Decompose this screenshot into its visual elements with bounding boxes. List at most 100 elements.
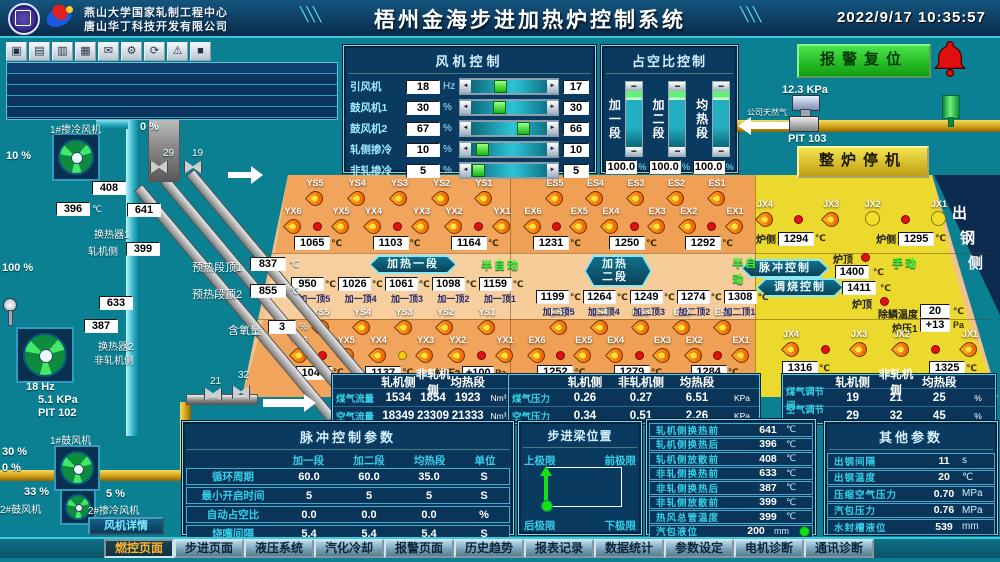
- page-title: 梧州金海步进加热炉控制系统: [330, 4, 730, 34]
- nav-tab-5[interactable]: 报警页面: [384, 539, 454, 558]
- other-param-label: 出钢温度: [830, 470, 926, 484]
- fan-slider[interactable]: ◄►: [459, 78, 559, 95]
- slider-right-arrow-icon[interactable]: ►: [547, 101, 558, 114]
- slider-right-arrow-icon[interactable]: ►: [547, 80, 558, 93]
- nav-tab-8[interactable]: 数据统计: [594, 539, 664, 558]
- fan-slider[interactable]: ◄►: [459, 141, 559, 158]
- slider-left-arrow-icon[interactable]: ◄: [460, 80, 471, 93]
- slider-thumb[interactable]: [476, 143, 489, 156]
- slider-right-arrow-icon[interactable]: ►: [547, 122, 558, 135]
- alarm-list-panel[interactable]: [6, 62, 338, 120]
- zone-button-frame: 加热一段: [369, 255, 457, 274]
- temp-box-641: 641: [127, 203, 161, 217]
- fan-slider[interactable]: ◄►: [459, 120, 559, 137]
- burner-flame-icon: [576, 345, 592, 363]
- cascade-icon[interactable]: ▤: [29, 42, 50, 61]
- duty-vertical-slider[interactable]: ▬▬: [668, 81, 686, 157]
- roof1-temp-value: 1400: [835, 265, 869, 279]
- slider-thumb[interactable]: [517, 122, 530, 135]
- fan-slider[interactable]: ◄►: [459, 99, 559, 116]
- nav-tab-3[interactable]: 液压系统: [244, 539, 314, 558]
- slider-thumb[interactable]: [494, 80, 507, 93]
- duty-slider-track[interactable]: [669, 91, 685, 147]
- burner-YS1: YS1: [474, 307, 500, 335]
- burner-label: EX3: [649, 206, 666, 216]
- slider-track[interactable]: [471, 143, 547, 156]
- slider-right-arrow-icon[interactable]: ►: [547, 164, 558, 177]
- slider-up-arrow-icon[interactable]: ▬: [669, 82, 685, 91]
- beam-position-title: 步进梁位置: [523, 424, 637, 448]
- duty-slider-track[interactable]: [626, 91, 642, 147]
- duty-vertical-slider[interactable]: ▬▬: [625, 81, 643, 157]
- slider-up-arrow-icon[interactable]: ▬: [626, 82, 642, 91]
- zone-temp-group: 1103℃: [373, 236, 423, 250]
- thermo-unit: mm: [774, 526, 798, 536]
- nav-tab-6[interactable]: 历史趋势: [454, 539, 524, 558]
- thermo-value: 633: [750, 467, 786, 479]
- slider-down-arrow-icon[interactable]: ▬: [713, 147, 729, 156]
- nav-tab-1[interactable]: 燃控页面: [104, 539, 174, 558]
- slider-track[interactable]: [471, 122, 547, 135]
- slider-thumb[interactable]: [472, 164, 485, 177]
- burner-EX4: EX4: [603, 335, 629, 363]
- slider-left-arrow-icon[interactable]: ◄: [460, 164, 471, 177]
- nav-tab-2[interactable]: 步进页面: [174, 539, 244, 558]
- roof-temp-group: 1249℃: [630, 290, 677, 304]
- slider-left-arrow-icon[interactable]: ◄: [460, 143, 471, 156]
- burner-off-icon: [865, 209, 881, 227]
- thermo-label: 非轧侧放散前: [652, 495, 750, 509]
- nav-tab-4[interactable]: 汽化冷却: [314, 539, 384, 558]
- fan-detail-button[interactable]: 风机详情: [88, 517, 164, 535]
- slider-left-arrow-icon[interactable]: ◄: [460, 122, 471, 135]
- tile-icon[interactable]: ▥: [52, 42, 73, 61]
- slider-track[interactable]: [471, 164, 547, 177]
- slider-up-arrow-icon[interactable]: ▬: [713, 82, 729, 91]
- settings-icon[interactable]: ⚙: [121, 42, 142, 61]
- nav-tab-10[interactable]: 电机诊断: [734, 539, 804, 558]
- burn-adjust-button[interactable]: 调烧控制: [758, 280, 842, 295]
- fan-slider[interactable]: ◄►: [459, 162, 559, 179]
- zone-temp-value: 1164: [451, 236, 487, 250]
- window-icon[interactable]: ▣: [6, 42, 27, 61]
- slider-left-arrow-icon[interactable]: ◄: [460, 101, 471, 114]
- thermo-unit: ℃: [786, 482, 810, 493]
- burner-flame-icon: [588, 188, 604, 206]
- burner-status-dot: [630, 222, 639, 231]
- nav-tab-11[interactable]: 通讯诊断: [804, 539, 874, 558]
- pulse-param-unit: S: [459, 490, 509, 502]
- mail-icon[interactable]: ✉: [98, 42, 119, 61]
- furnace-stop-button[interactable]: 整炉停机: [797, 146, 929, 178]
- duty-slider-track[interactable]: [713, 91, 729, 147]
- nav-tab-7[interactable]: 报表记录: [524, 539, 594, 558]
- pulse-params-title: 脉冲控制参数: [187, 424, 509, 450]
- slider-down-arrow-icon[interactable]: ▬: [669, 147, 685, 156]
- nav-tab-9[interactable]: 参数设定: [664, 539, 734, 558]
- chart-icon[interactable]: ▦: [75, 42, 96, 61]
- zone-button[interactable]: 加热二段: [586, 257, 650, 285]
- actuator-stem: [948, 117, 954, 127]
- beam-diagram: 上极限 前极限 后极限 下极限: [522, 451, 638, 535]
- burner-row-soak: JX4JX3JX2JX1: [752, 199, 952, 227]
- zone-temp-group: 1250℃: [609, 236, 659, 250]
- stop-icon[interactable]: ■: [190, 42, 211, 61]
- table-cell-value: 0.27: [613, 392, 669, 404]
- beam-front-limit: 前极限: [605, 453, 637, 468]
- decorative-slashes-right: ╲╲╲: [740, 6, 759, 23]
- burner-flame-icon: [727, 216, 743, 234]
- slider-track[interactable]: [471, 101, 547, 114]
- temp-box-387: 387: [84, 319, 118, 333]
- zone-button[interactable]: 加热一段: [371, 257, 455, 272]
- zone-roof-labels: 加二顶5加二顶4加二顶3加二顶2加二顶1: [530, 305, 762, 318]
- beam-travel-rect: [546, 467, 622, 507]
- burner-label: JX1: [962, 329, 978, 339]
- burner-label: EX1: [732, 335, 749, 345]
- alert-icon[interactable]: ⚠: [167, 42, 188, 61]
- alarm-reset-button[interactable]: 报警复位: [797, 44, 931, 78]
- slider-right-arrow-icon[interactable]: ►: [547, 143, 558, 156]
- thermo-value: 399: [750, 496, 786, 508]
- slider-track[interactable]: [471, 80, 547, 93]
- slider-down-arrow-icon[interactable]: ▬: [626, 147, 642, 156]
- slider-thumb[interactable]: [493, 101, 506, 114]
- refresh-icon[interactable]: ⟳: [144, 42, 165, 61]
- duty-vertical-slider[interactable]: ▬▬: [712, 81, 730, 157]
